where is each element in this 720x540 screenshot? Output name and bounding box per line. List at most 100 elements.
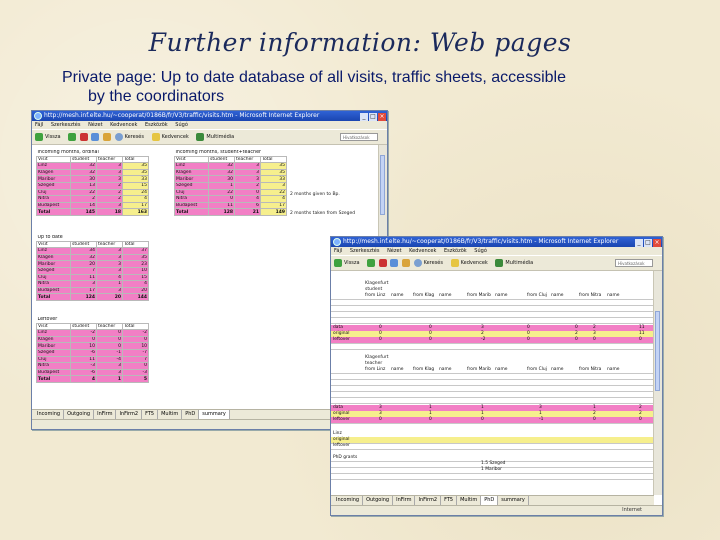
refresh-icon[interactable] [91,132,100,141]
tab-infirm[interactable]: InFirm [393,496,416,505]
links-field[interactable]: Hivatkozások [340,133,378,141]
cell: 7 [70,266,97,275]
maximize-icon[interactable]: □ [369,113,377,121]
menu-favorites[interactable]: Kedvencek [110,122,137,128]
cell: -2 [70,329,97,337]
tab-infirm2[interactable]: InFirm2 [116,410,143,419]
cell: 0 [121,362,150,370]
links-field[interactable]: Hivatkozások [615,259,653,267]
table-row [331,397,654,404]
menu-edit[interactable]: Szerkesztés [350,248,380,254]
menu-help[interactable]: Súgó [474,248,487,254]
search-button[interactable]: Keresés [125,134,144,140]
tab-outgoing[interactable]: Outgoing [363,496,394,505]
search-button[interactable]: Keresés [424,260,443,266]
cell: 3 [96,368,123,377]
table-row [331,343,654,350]
cell: -7 [121,348,150,357]
back-button[interactable]: Vissza [344,260,360,266]
browser-window-2[interactable]: http://mesh.inf.elte.hu/~cooperat/0186B/… [330,236,663,516]
tab-infirm2[interactable]: InFirm2 [415,496,442,505]
cell: 37 [122,247,149,255]
cell: 0 [429,417,432,422]
back-arrow-icon[interactable] [35,132,43,141]
cell: 15 [121,181,150,190]
back-button[interactable]: Vissza [45,134,61,140]
cell: 35 [260,162,287,170]
menu-view[interactable]: Nézet [88,122,102,128]
cell: 1 [96,280,123,288]
window-2-titlebar[interactable]: http://mesh.inf.elte.hu/~cooperat/0186B/… [331,237,662,247]
cell: Klagen [36,168,71,177]
window-2-vertical-scrollbar[interactable] [653,271,662,495]
search-icon[interactable] [413,258,422,267]
home-icon[interactable] [102,132,111,141]
menu-edit[interactable]: Szerkesztés [51,122,81,128]
menu-favorites[interactable]: Kedvencek [409,248,436,254]
media-icon[interactable] [196,132,205,141]
menu-file[interactable]: Fájl [35,122,43,128]
cell: 20 [96,293,123,301]
cell: -3 [121,368,150,377]
cell: 30 [208,175,235,183]
favorites-button[interactable]: Kedvencek [162,134,189,140]
menu-tools[interactable]: Eszközök [145,122,168,128]
favorites-star-icon[interactable] [450,258,459,267]
scroll-thumb[interactable] [655,311,660,391]
tab-phd[interactable]: PhD [481,496,499,505]
close-icon[interactable]: × [378,113,386,121]
tab-ft5[interactable]: FT5 [441,496,458,505]
tab-incoming[interactable]: Incoming [333,496,364,505]
tab-ft5[interactable]: FT5 [142,410,159,419]
cell: 21 [234,208,261,216]
favorites-star-icon[interactable] [151,132,160,141]
cell: 124 [70,293,97,301]
forward-arrow-icon[interactable] [68,132,77,141]
tab-multim[interactable]: Multim [158,410,183,419]
menu-view[interactable]: Nézet [387,248,401,254]
cell: Szeged [36,181,71,190]
tab-incoming[interactable]: Incoming [34,410,65,419]
table-row: Maribor 20 3 23 [36,260,149,268]
table-row: Szeged 7 3 10 [36,266,149,275]
cell: 33 [121,175,150,183]
back-arrow-icon[interactable] [334,258,342,267]
tab-summary[interactable]: summary [199,410,230,419]
cell: 30 [70,175,97,183]
media-button[interactable]: Multimédia [505,260,533,266]
cell: 128 [208,208,235,216]
cell: 1 [208,181,235,190]
tab-multim[interactable]: Multim [457,496,482,505]
ie-icon [333,238,341,246]
minimize-icon[interactable]: _ [635,239,643,247]
stop-icon[interactable] [79,132,88,141]
media-button[interactable]: Multimédia [206,134,234,140]
tab-summary[interactable]: summary [498,496,529,505]
media-icon[interactable] [495,258,504,267]
table-row: leftover 0 0 0 -1 0 0 [331,417,654,424]
slide-title: Further information: Web pages [148,28,572,57]
stop-icon[interactable] [378,258,387,267]
table-row: Cluj 22 2 24 [36,188,150,197]
tab-outgoing[interactable]: Outgoing [64,410,95,419]
minimize-icon[interactable]: _ [360,113,368,121]
tab-phd[interactable]: PhD [182,410,200,419]
cell: 18 [96,208,123,216]
window-1-titlebar[interactable]: http://mesh.inf.elte.hu/~cooperat/0186B/… [32,111,387,121]
cell: 15 [122,273,149,282]
search-icon[interactable] [114,132,123,141]
menu-tools[interactable]: Eszközök [444,248,467,254]
maximize-icon[interactable]: □ [644,239,652,247]
table-row: Szeged -6 -1 -7 [36,348,150,357]
cell: Klagen [174,168,209,177]
forward-arrow-icon[interactable] [367,258,376,267]
home-icon[interactable] [401,258,410,267]
favorites-button[interactable]: Kedvencek [461,260,488,266]
tab-infirm[interactable]: InFirm [94,410,117,419]
menu-file[interactable]: Fájl [334,248,342,254]
menu-help[interactable]: Súgó [175,122,188,128]
table-row: Maribor 30 3 33 [36,175,150,183]
close-icon[interactable]: × [653,239,661,247]
scroll-thumb[interactable] [380,155,385,215]
refresh-icon[interactable] [390,258,399,267]
